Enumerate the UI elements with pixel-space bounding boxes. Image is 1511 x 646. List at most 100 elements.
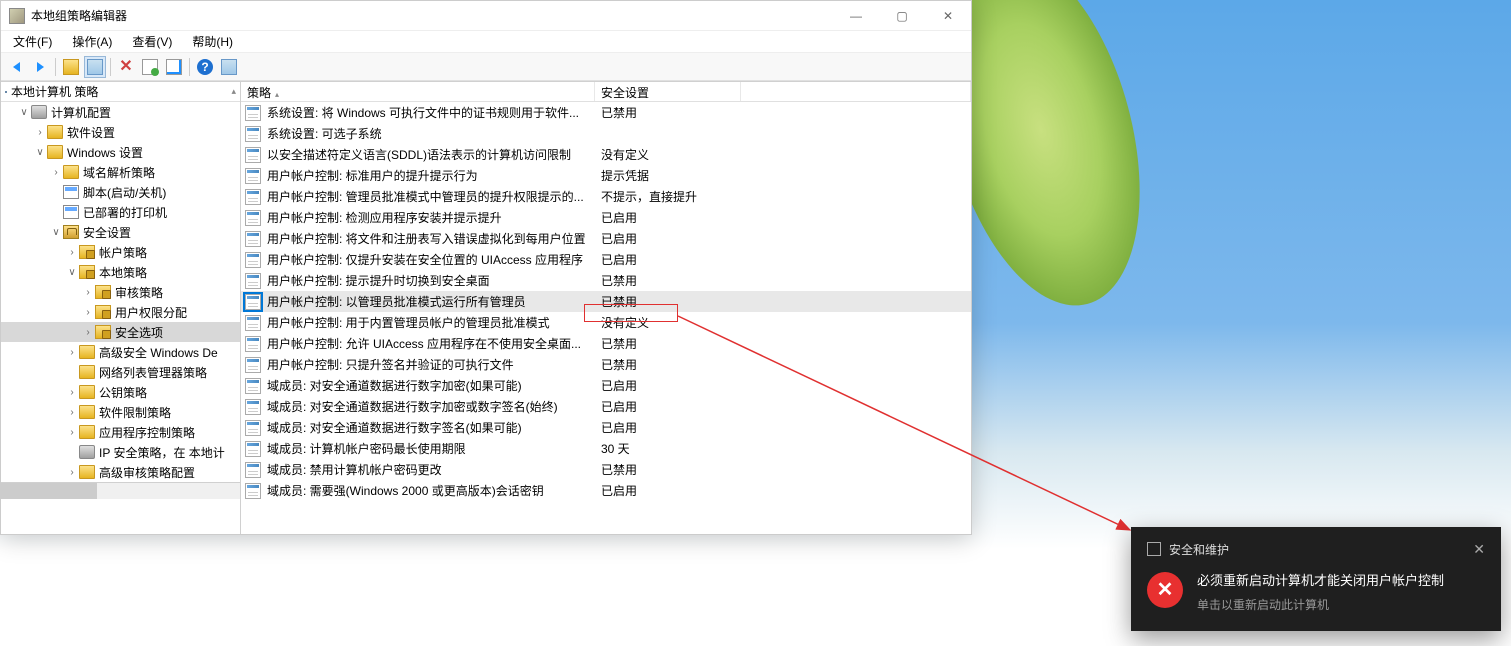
policy-setting: 已启用 — [595, 482, 741, 499]
node-local-policy[interactable]: ∨本地策略 — [1, 262, 240, 282]
menu-view[interactable]: 查看(V) — [124, 31, 180, 52]
node-account-policy[interactable]: ›帐户策略 — [1, 242, 240, 262]
policy-icon — [245, 462, 261, 478]
policy-icon — [245, 273, 261, 289]
tree-root[interactable]: 本地计算机 策略 ▴ — [1, 82, 240, 102]
node-software[interactable]: ›软件设置 — [1, 122, 240, 142]
minimize-button[interactable]: — — [833, 1, 879, 31]
node-rights[interactable]: ›用户权限分配 — [1, 302, 240, 322]
policy-setting: 已启用 — [595, 209, 741, 226]
policy-row[interactable]: 用户帐户控制: 标准用户的提升提示行为提示凭据 — [241, 165, 971, 186]
tree-pane[interactable]: 本地计算机 策略 ▴ ∨计算机配置 ›软件设置 ∨Windows 设置 ›域名解… — [1, 82, 241, 534]
policy-name: 域成员: 对安全通道数据进行数字加密(如果可能) — [265, 377, 595, 394]
content-area: 本地计算机 策略 ▴ ∨计算机配置 ›软件设置 ∨Windows 设置 ›域名解… — [1, 81, 971, 534]
maximize-button[interactable]: ▢ — [879, 1, 925, 31]
policy-icon — [245, 441, 261, 457]
nav-back-button[interactable] — [5, 56, 27, 78]
node-scripts[interactable]: 脚本(启动/关机) — [1, 182, 240, 202]
window-title: 本地组策略编辑器 — [31, 7, 833, 24]
app-icon — [9, 8, 25, 24]
notif-app: 安全和维护 — [1169, 541, 1473, 558]
tree-hscrollbar[interactable] — [1, 482, 240, 499]
titlebar[interactable]: 本地组策略编辑器 — ▢ ✕ — [1, 1, 971, 31]
policy-row[interactable]: 用户帐户控制: 仅提升安装在安全位置的 UIAccess 应用程序已启用 — [241, 249, 971, 270]
list-rows[interactable]: 系统设置: 将 Windows 可执行文件中的证书规则用于软件...已禁用系统设… — [241, 102, 971, 534]
policy-row[interactable]: 以安全描述符定义语言(SDDL)语法表示的计算机访问限制没有定义 — [241, 144, 971, 165]
policy-setting: 已禁用 — [595, 293, 741, 310]
node-sw-restrict[interactable]: ›软件限制策略 — [1, 402, 240, 422]
policy-row[interactable]: 域成员: 需要强(Windows 2000 或更高版本)会话密钥已启用 — [241, 480, 971, 501]
computer-icon — [5, 91, 7, 93]
policy-setting: 已禁用 — [595, 356, 741, 373]
export-button[interactable] — [163, 56, 185, 78]
policy-icon — [245, 168, 261, 184]
policy-row[interactable]: 用户帐户控制: 只提升签名并验证的可执行文件已禁用 — [241, 354, 971, 375]
node-win-defender[interactable]: ›高级安全 Windows De — [1, 342, 240, 362]
error-icon: ✕ — [1147, 572, 1183, 608]
properties-button[interactable] — [139, 56, 161, 78]
folder-icon — [47, 145, 63, 159]
folder-icon — [47, 125, 63, 139]
gear-icon — [31, 105, 47, 119]
col-policy: 策略 — [247, 86, 271, 100]
policy-setting: 不提示，直接提升 — [595, 188, 741, 205]
policy-icon — [245, 420, 261, 436]
node-dns[interactable]: ›域名解析策略 — [1, 162, 240, 182]
node-pubkey[interactable]: ›公钥策略 — [1, 382, 240, 402]
node-security[interactable]: ∨安全设置 — [1, 222, 240, 242]
menu-action[interactable]: 操作(A) — [64, 31, 120, 52]
help-button[interactable]: ? — [194, 56, 216, 78]
policy-icon — [245, 231, 261, 247]
menubar: 文件(F) 操作(A) 查看(V) 帮助(H) — [1, 31, 971, 53]
close-button[interactable]: ✕ — [925, 1, 971, 31]
policy-row[interactable]: 用户帐户控制: 允许 UIAccess 应用程序在不使用安全桌面...已禁用 — [241, 333, 971, 354]
nav-fwd-button[interactable] — [29, 56, 51, 78]
policy-name: 域成员: 禁用计算机帐户密码更改 — [265, 461, 595, 478]
delete-button[interactable]: ✕ — [115, 56, 137, 78]
policy-icon — [245, 357, 261, 373]
up-button[interactable] — [60, 56, 82, 78]
policy-row[interactable]: 系统设置: 将 Windows 可执行文件中的证书规则用于软件...已禁用 — [241, 102, 971, 123]
node-netlist[interactable]: 网络列表管理器策略 — [1, 362, 240, 382]
toast-notification[interactable]: 安全和维护 ✕ ✕ 必须重新启动计算机才能关闭用户帐户控制 单击以重新启动此计算… — [1131, 527, 1501, 631]
policy-row[interactable]: 域成员: 对安全通道数据进行数字加密(如果可能)已启用 — [241, 375, 971, 396]
policy-row[interactable]: 用户帐户控制: 以管理员批准模式运行所有管理员已禁用 — [241, 291, 971, 312]
node-windows-settings[interactable]: ∨Windows 设置 — [1, 142, 240, 162]
policy-row[interactable]: 系统设置: 可选子系统 — [241, 123, 971, 144]
details-button[interactable] — [218, 56, 240, 78]
policy-setting: 30 天 — [595, 440, 741, 457]
menu-file[interactable]: 文件(F) — [5, 31, 60, 52]
policy-row[interactable]: 用户帐户控制: 管理员批准模式中管理员的提升权限提示的...不提示，直接提升 — [241, 186, 971, 207]
policy-row[interactable]: 用户帐户控制: 将文件和注册表写入错误虚拟化到每用户位置已启用 — [241, 228, 971, 249]
gpedit-window: 本地组策略编辑器 — ▢ ✕ 文件(F) 操作(A) 查看(V) 帮助(H) ✕… — [0, 0, 972, 535]
details-icon — [221, 59, 237, 75]
node-computer-config[interactable]: ∨计算机配置 — [1, 102, 240, 122]
policy-row[interactable]: 用户帐户控制: 检测应用程序安装并提示提升已启用 — [241, 207, 971, 228]
notif-close-button[interactable]: ✕ — [1473, 541, 1485, 558]
node-ipsec[interactable]: IP 安全策略，在 本地计 — [1, 442, 240, 462]
policy-name: 用户帐户控制: 仅提升安装在安全位置的 UIAccess 应用程序 — [265, 251, 595, 268]
policy-icon — [245, 147, 261, 163]
policy-row[interactable]: 域成员: 对安全通道数据进行数字加密或数字签名(始终)已启用 — [241, 396, 971, 417]
policy-setting: 已禁用 — [595, 272, 741, 289]
show-hide-tree-button[interactable] — [84, 56, 106, 78]
list-header[interactable]: 策略▴ 安全设置 — [241, 82, 971, 102]
node-appctrl[interactable]: ›应用程序控制策略 — [1, 422, 240, 442]
policy-setting: 已禁用 — [595, 104, 741, 121]
node-security-options[interactable]: ›安全选项 — [1, 322, 240, 342]
node-printers[interactable]: 已部署的打印机 — [1, 202, 240, 222]
policy-row[interactable]: 用户帐户控制: 提示提升时切换到安全桌面已禁用 — [241, 270, 971, 291]
policy-name: 以安全描述符定义语言(SDDL)语法表示的计算机访问限制 — [265, 146, 595, 163]
policy-icon — [245, 294, 261, 310]
folder-lock-icon — [95, 325, 111, 339]
tree-pane-icon — [87, 59, 103, 75]
menu-help[interactable]: 帮助(H) — [184, 31, 241, 52]
policy-row[interactable]: 用户帐户控制: 用于内置管理员帐户的管理员批准模式没有定义 — [241, 312, 971, 333]
policy-name: 用户帐户控制: 用于内置管理员帐户的管理员批准模式 — [265, 314, 595, 331]
policy-row[interactable]: 域成员: 禁用计算机帐户密码更改已禁用 — [241, 459, 971, 480]
node-adv-audit[interactable]: ›高级审核策略配置 — [1, 462, 240, 482]
policy-row[interactable]: 域成员: 计算机帐户密码最长使用期限30 天 — [241, 438, 971, 459]
policy-row[interactable]: 域成员: 对安全通道数据进行数字签名(如果可能)已启用 — [241, 417, 971, 438]
sort-indicator-icon: ▴ — [231, 86, 236, 97]
node-audit[interactable]: ›审核策略 — [1, 282, 240, 302]
